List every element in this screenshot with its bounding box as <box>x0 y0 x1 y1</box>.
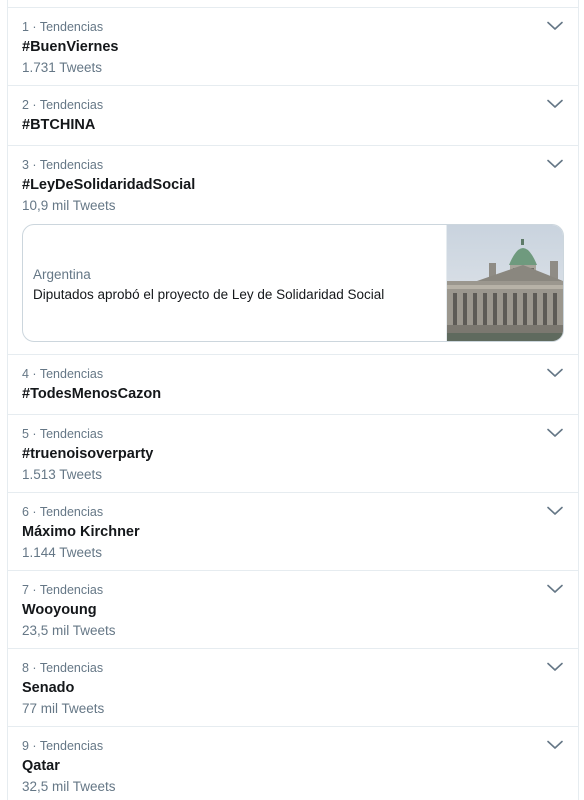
chevron-down-icon[interactable] <box>547 662 563 672</box>
news-card-text: Argentina Diputados aprobó el proyecto d… <box>23 225 446 341</box>
chevron-down-icon[interactable] <box>547 506 563 516</box>
trend-item-1[interactable]: 1 · Tendencias #BuenViernes 1.731 Tweets <box>8 8 578 86</box>
trend-item-3[interactable]: 3 · Tendencias #LeyDeSolidaridadSocial 1… <box>8 146 578 355</box>
trend-meta: 2 · Tendencias <box>22 98 104 112</box>
chevron-down-icon[interactable] <box>547 21 563 31</box>
trend-meta: 4 · Tendencias <box>22 367 104 381</box>
trend-tweet-count: 10,9 mil Tweets <box>22 198 116 213</box>
trend-meta: 3 · Tendencias <box>22 158 104 172</box>
trend-item-9[interactable]: 9 · Tendencias Qatar 32,5 mil Tweets <box>8 727 578 800</box>
trend-meta: 6 · Tendencias <box>22 505 104 519</box>
trends-list: 1 · Tendencias #BuenViernes 1.731 Tweets… <box>7 0 579 800</box>
trend-item-2[interactable]: 2 · Tendencias #BTCHINA <box>8 86 578 146</box>
trend-name: Wooyoung <box>22 602 97 618</box>
news-card[interactable]: Argentina Diputados aprobó el proyecto d… <box>22 224 564 342</box>
chevron-down-icon[interactable] <box>547 740 563 750</box>
trend-meta: 1 · Tendencias <box>22 20 104 34</box>
chevron-down-icon[interactable] <box>547 368 563 378</box>
trend-item-8[interactable]: 8 · Tendencias Senado 77 mil Tweets <box>8 649 578 727</box>
trend-meta: 7 · Tendencias <box>22 583 104 597</box>
trend-name: Máximo Kirchner <box>22 524 140 540</box>
trend-name: #BTCHINA <box>22 117 96 133</box>
news-card-category: Argentina <box>33 267 91 282</box>
trend-tweet-count: 1.731 Tweets <box>22 60 103 75</box>
trend-tweet-count: 23,5 mil Tweets <box>22 623 116 638</box>
trend-tweet-count: 77 mil Tweets <box>22 701 105 716</box>
trend-name: Qatar <box>22 758 60 774</box>
trend-name: #TodesMenosCazon <box>22 386 162 402</box>
chevron-down-icon[interactable] <box>547 99 563 109</box>
trend-name: #BuenViernes <box>22 39 119 55</box>
trend-tweet-count: 1.144 Tweets <box>22 545 103 560</box>
trend-item-4[interactable]: 4 · Tendencias #TodesMenosCazon <box>8 355 578 415</box>
trend-tweet-count: 1.513 Tweets <box>22 467 103 482</box>
news-card-title: Diputados aprobó el proyecto de Ley de S… <box>33 287 385 302</box>
trend-name: #LeyDeSolidaridadSocial <box>22 177 196 193</box>
trend-meta: 9 · Tendencias <box>22 739 104 753</box>
chevron-down-icon[interactable] <box>547 159 563 169</box>
trend-name: #truenoisoverparty <box>22 446 154 462</box>
trend-name: Senado <box>22 680 75 696</box>
congress-building-image <box>446 225 563 341</box>
chevron-down-icon[interactable] <box>547 428 563 438</box>
chevron-down-icon[interactable] <box>547 584 563 594</box>
trend-item-7[interactable]: 7 · Tendencias Wooyoung 23,5 mil Tweets <box>8 571 578 649</box>
trend-item-6[interactable]: 6 · Tendencias Máximo Kirchner 1.144 Twe… <box>8 493 578 571</box>
trend-item-5[interactable]: 5 · Tendencias #truenoisoverparty 1.513 … <box>8 415 578 493</box>
top-divider <box>8 0 578 8</box>
trend-meta: 8 · Tendencias <box>22 661 104 675</box>
trend-meta: 5 · Tendencias <box>22 427 104 441</box>
trend-tweet-count: 32,5 mil Tweets <box>22 779 116 794</box>
